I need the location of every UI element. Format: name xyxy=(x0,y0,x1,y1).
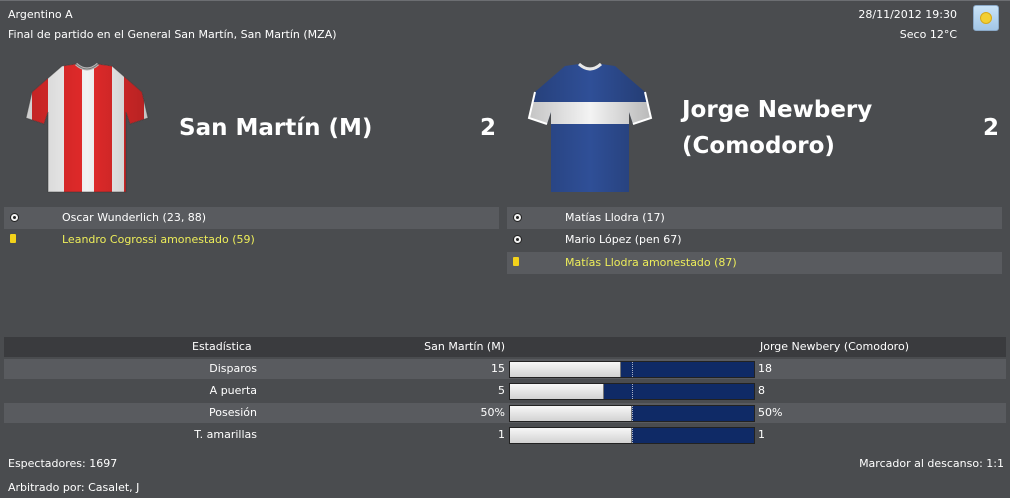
away-event-goal: Mario López (pen 67) xyxy=(507,229,1002,251)
match-summary: Final de partido en el General San Martí… xyxy=(8,28,337,41)
home-team-name: San Martín (M) xyxy=(179,115,373,141)
home-event-card: Leandro Cogrossi amonestado (59) xyxy=(4,229,499,251)
stat-bar xyxy=(509,361,755,378)
yellow-card-icon xyxy=(513,257,519,266)
home-score: 2 xyxy=(480,115,497,141)
weather-text: Seco 12°C xyxy=(899,28,957,41)
away-shirt-icon xyxy=(527,62,653,192)
away-score: 2 xyxy=(983,115,1000,141)
stats-header: Estadística San Martín (M) Jorge Newbery… xyxy=(4,337,1006,357)
stat-away-value: 50% xyxy=(758,406,783,419)
stat-home-value: 1 xyxy=(498,428,505,441)
away-team-name-line2: (Comodoro) xyxy=(682,133,835,159)
away-event-card: Matías Llodra amonestado (87) xyxy=(507,252,1002,274)
home-event-goal: Oscar Wunderlich (23, 88) xyxy=(4,207,499,229)
yellow-card-icon xyxy=(10,234,16,243)
stat-bar xyxy=(509,427,755,444)
stat-home-value: 5 xyxy=(498,384,505,397)
stats-header-home: San Martín (M) xyxy=(424,340,505,353)
stat-label: Disparos xyxy=(209,362,257,375)
halftime-score: Marcador al descanso: 1:1 xyxy=(859,457,1004,470)
stats-header-away: Jorge Newbery (Comodoro) xyxy=(760,340,909,353)
stat-away-value: 1 xyxy=(758,428,765,441)
referee: Arbitrado por: Casalet, J xyxy=(8,481,140,494)
stat-row-yellow-cards: T. amarillas 1 1 xyxy=(4,425,1006,445)
event-text: Matías Llodra amonestado (87) xyxy=(565,256,737,269)
stat-away-value: 8 xyxy=(758,384,765,397)
ball-icon xyxy=(10,213,19,222)
top-border xyxy=(0,0,1010,1)
stat-bar xyxy=(509,383,755,400)
stat-row-possession: Posesión 50% 50% xyxy=(4,403,1006,423)
away-event-goal: Matías Llodra (17) xyxy=(507,207,1002,229)
ball-icon xyxy=(513,213,522,222)
stat-label: A puerta xyxy=(209,384,257,397)
stat-away-value: 18 xyxy=(758,362,772,375)
stat-label: T. amarillas xyxy=(194,428,257,441)
event-text: Oscar Wunderlich (23, 88) xyxy=(62,211,207,224)
stat-row-on-target: A puerta 5 8 xyxy=(4,381,1006,401)
sun-icon xyxy=(973,5,999,31)
stat-label: Posesión xyxy=(209,406,257,419)
spectators: Espectadores: 1697 xyxy=(8,457,118,470)
stats-header-label: Estadística xyxy=(192,340,252,353)
stat-home-value: 50% xyxy=(480,406,505,419)
stat-row-shots: Disparos 15 18 xyxy=(4,359,1006,379)
away-team-name-line1: Jorge Newbery xyxy=(682,97,873,123)
stat-bar xyxy=(509,405,755,422)
ball-icon xyxy=(513,235,522,244)
event-text: Leandro Cogrossi amonestado (59) xyxy=(62,233,255,246)
match-datetime: 28/11/2012 19:30 xyxy=(858,8,957,21)
competition-name: Argentino A xyxy=(8,8,73,21)
event-text: Matías Llodra (17) xyxy=(565,211,665,224)
home-shirt-icon xyxy=(25,62,149,193)
stat-home-value: 15 xyxy=(491,362,505,375)
event-text: Mario López (pen 67) xyxy=(565,233,682,246)
